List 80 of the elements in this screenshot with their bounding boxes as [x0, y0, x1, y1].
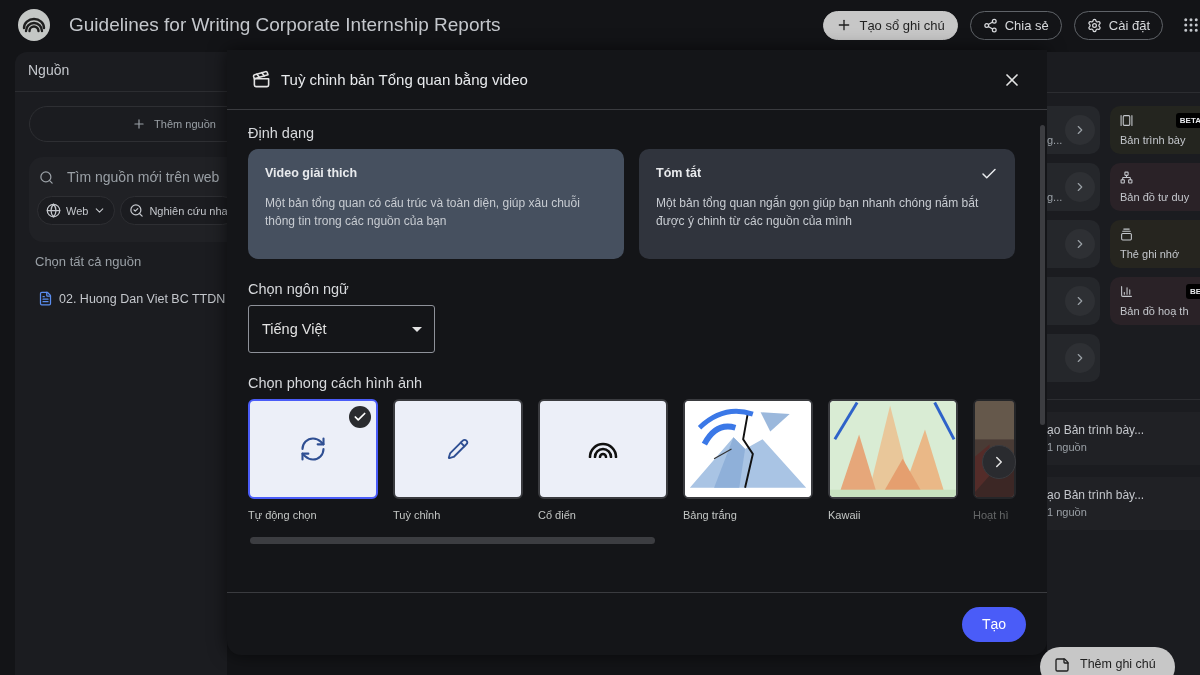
studio-tile[interactable]: [1047, 277, 1100, 325]
create-button[interactable]: Tạo: [962, 606, 1026, 642]
studio-card[interactable]: BETA Bản trình bày: [1110, 106, 1200, 154]
style-option[interactable]: [393, 399, 523, 499]
format-title: Video giải thich: [265, 166, 358, 180]
check-icon: [349, 406, 371, 428]
style-option[interactable]: [538, 399, 668, 499]
tile-text: g...: [1047, 134, 1063, 146]
studio-tile[interactable]: g...: [1047, 163, 1100, 211]
format-option[interactable]: Tóm tắt Một bản tổng quan ngắn gọn giúp bạn nhanh chóng nắm bắt được ý chinh từ các nguồn của mình: [639, 149, 1015, 259]
bar-chart-icon: [1120, 284, 1133, 298]
section-label: Chọn phong cách hình ảnh: [248, 375, 424, 391]
vertical-scrollbar[interactable]: [1040, 125, 1045, 425]
format-option[interactable]: Video giải thich Một bản tổng quan có cấu trúc và toàn diện, giúp xâu chuỗi thông tin trong các nguồn của bạn: [248, 149, 624, 259]
beta-badge: BE: [1185, 283, 1200, 299]
search-icon: [39, 169, 54, 185]
chevron-button[interactable]: [1065, 286, 1095, 316]
create-notebook-button[interactable]: Tạo sổ ghi chú: [823, 10, 958, 40]
next-button[interactable]: [982, 445, 1016, 479]
card-label: Thẻ ghi nhớ: [1120, 248, 1181, 260]
note-title: ạo Bản trình bày...: [1047, 423, 1146, 437]
research-icon: [129, 203, 145, 218]
dialog-title: Tuỳ chỉnh bản Tổng quan bằng video: [281, 71, 529, 88]
section-label: Chọn ngôn ngữ: [248, 281, 350, 297]
search-field[interactable]: Tìm nguồn mới trên web: [67, 169, 220, 185]
section-label: Định dạng: [248, 125, 316, 141]
pencil-icon: [447, 438, 469, 460]
style-label: Cổ điển: [538, 509, 577, 521]
style-label: Tự động chọn: [248, 509, 318, 521]
format-title: Tóm tắt: [656, 166, 702, 180]
note-meta: 1 nguồn: [1047, 441, 1088, 453]
beta-badge: BETA: [1175, 112, 1200, 128]
notebook-title: Guidelines for Writing Corporate Internship Reports: [69, 14, 502, 36]
note-title: ạo Bản trình bày...: [1047, 488, 1146, 502]
chevron-button[interactable]: [1065, 172, 1095, 202]
add-note-button[interactable]: Thêm ghi chú: [1040, 647, 1175, 675]
research-chip[interactable]: Nghiên cứu nha: [120, 196, 227, 225]
style-option[interactable]: [248, 399, 378, 499]
style-label: Hoạt hì: [973, 509, 1010, 521]
video-icon: [252, 70, 271, 89]
settings-icon: [1086, 17, 1102, 33]
card-label: Bản đồ hoạ th: [1120, 305, 1190, 317]
source-name[interactable]: 02. Huong Dan Viet BC TTDN: [59, 291, 226, 306]
studio-card[interactable]: BE Bản đồ hoạ th: [1110, 277, 1200, 325]
app-logo[interactable]: [18, 9, 50, 41]
format-description: Một bản tổng quan ngắn gọn giúp bạn nhanh chóng nắm bắt được ý chinh từ các nguồn của mình: [656, 194, 980, 230]
studio-tile[interactable]: [1047, 220, 1100, 268]
arcs-logo-icon: [588, 440, 618, 458]
document-icon: [38, 291, 53, 306]
apps-grid-icon[interactable]: [1182, 16, 1200, 34]
note-item[interactable]: ạo Bản trình bày... 1 nguồn: [1047, 412, 1200, 465]
chevron-button[interactable]: [1065, 343, 1095, 373]
card-label: Bản trình bày: [1120, 134, 1187, 146]
format-description: Một bản tổng quan có cấu trúc và toàn diện, giúp xâu chuỗi thông tin trong các nguồn của bạn: [265, 194, 581, 230]
diagram-icon: [1120, 170, 1133, 184]
note-meta: 1 nguồn: [1047, 506, 1088, 518]
style-label: Tuỳ chỉnh: [393, 509, 442, 521]
card-label: Bản đồ tư duy: [1120, 191, 1191, 203]
chevron-button[interactable]: [1065, 115, 1095, 145]
slides-icon: [1120, 113, 1133, 127]
tile-text: g...: [1047, 191, 1063, 203]
horizontal-scrollbar[interactable]: [250, 537, 655, 544]
caret-icon: [412, 326, 422, 332]
sparkle-sync-icon: [299, 435, 327, 463]
plus-icon: [132, 117, 147, 131]
share-icon: [982, 17, 998, 33]
language-select[interactable]: Tiếng Việt: [248, 305, 435, 353]
style-label: Kawaii: [828, 509, 862, 521]
studio-card[interactable]: Bản đồ tư duy: [1110, 163, 1200, 211]
studio-tile[interactable]: [1047, 334, 1100, 382]
note-icon: [1054, 657, 1070, 673]
studio-card[interactable]: Thẻ ghi nhớ: [1110, 220, 1200, 268]
style-label: Bảng trắng: [683, 509, 738, 521]
chevron-button[interactable]: [1065, 229, 1095, 259]
studio-tile[interactable]: g...: [1047, 106, 1100, 154]
select-all-label[interactable]: Chọn tất cả nguồn: [35, 254, 227, 269]
globe-icon: [46, 203, 61, 218]
source-type-dropdown[interactable]: Web: [37, 196, 116, 225]
cards-icon: [1120, 227, 1133, 241]
note-item[interactable]: ạo Bản trình bày... 1 nguồn: [1047, 477, 1200, 530]
